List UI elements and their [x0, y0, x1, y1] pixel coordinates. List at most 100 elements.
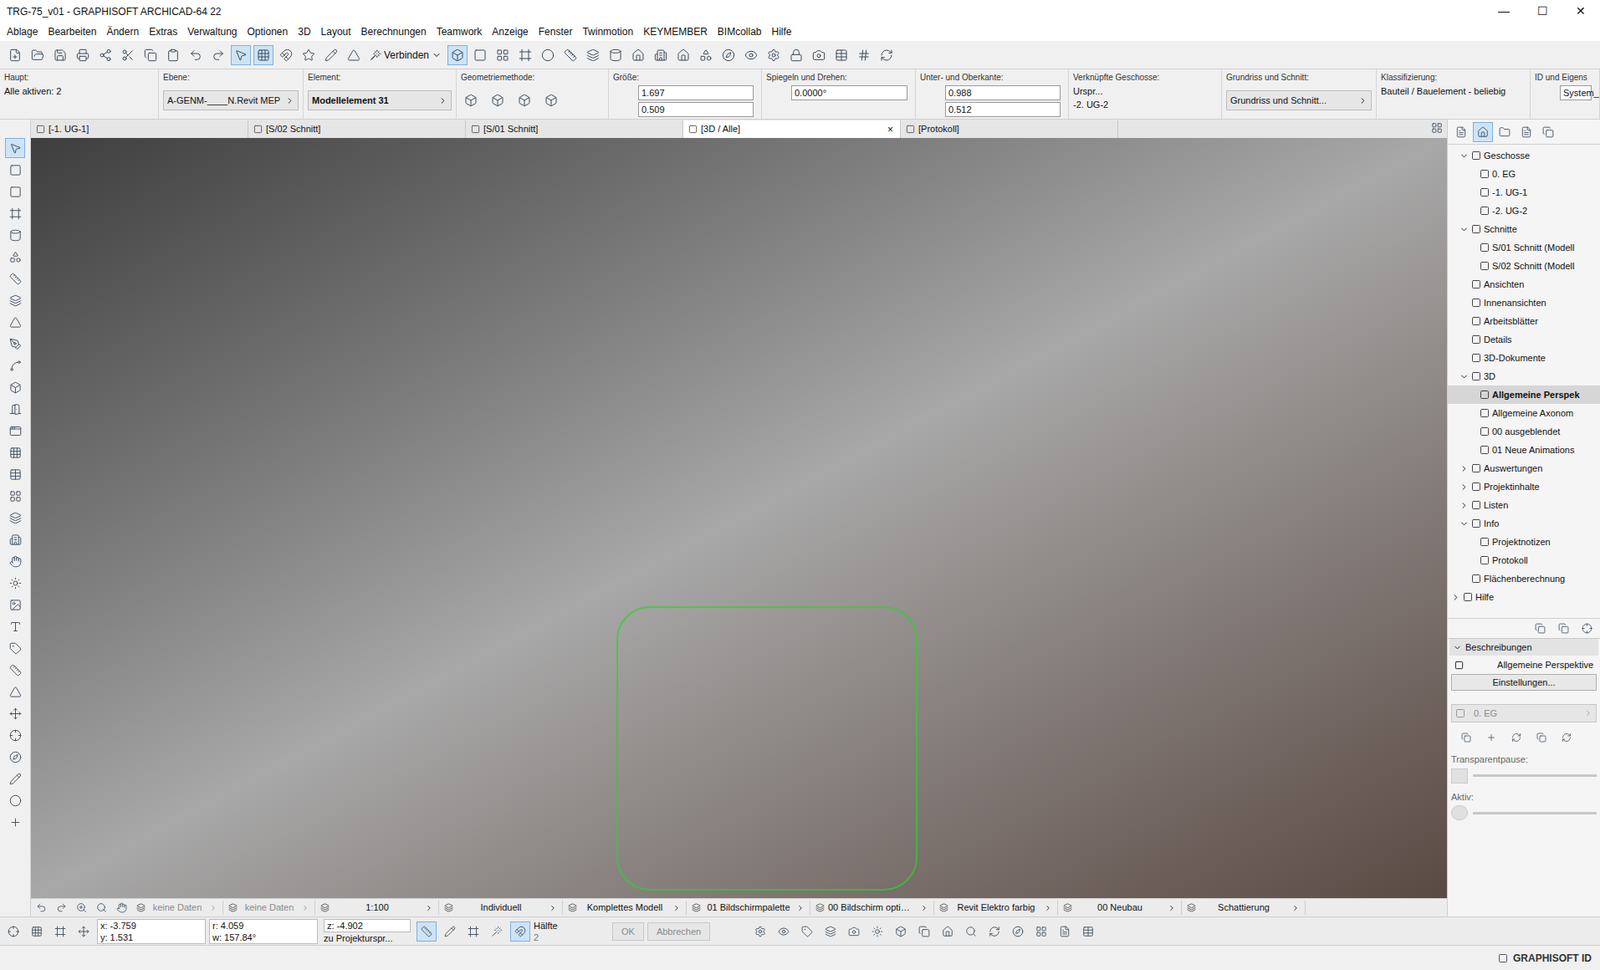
active-slider[interactable]	[1451, 803, 1597, 823]
window-control[interactable]: ✕	[1561, 2, 1600, 21]
tab-close[interactable]: ×	[887, 122, 895, 138]
navigator-mode-icon[interactable]	[1451, 122, 1472, 143]
toolbar-icon[interactable]	[628, 45, 649, 66]
toolbar-icon[interactable]	[605, 45, 626, 66]
graphisoft-id[interactable]: GRAPHISOFT ID	[1513, 950, 1592, 967]
toolbar-icon[interactable]	[470, 45, 491, 66]
navigator-mode-icon[interactable]	[1538, 122, 1559, 143]
menu-item[interactable]: Anzeige	[486, 24, 533, 40]
navigator-item[interactable]: Listen	[1447, 495, 1600, 515]
palette-icon[interactable]	[773, 921, 794, 942]
palette-icon[interactable]	[961, 921, 982, 942]
view-bar-item[interactable]: keine Daten	[223, 900, 316, 916]
geometry-icon[interactable]	[487, 90, 508, 111]
view-tab[interactable]: [-1. UG-1]	[30, 120, 249, 139]
tool-icon[interactable]	[5, 464, 26, 485]
rw-field[interactable]: r: 4.059w: 157.84°	[209, 919, 318, 945]
view-bar-item[interactable]: Komplettes Modell	[562, 900, 687, 916]
tool-icon[interactable]	[5, 768, 26, 789]
toolbar-icon[interactable]	[163, 45, 184, 66]
snap-icon[interactable]	[416, 921, 437, 942]
toolbar-icon[interactable]	[492, 45, 513, 66]
palette-icon[interactable]	[1054, 921, 1075, 942]
menu-item[interactable]: Optionen	[242, 24, 294, 40]
navigator-item[interactable]: 0. EG	[1447, 164, 1600, 184]
toolbar-icon[interactable]	[853, 45, 875, 66]
navigator-item[interactable]: Ansichten	[1447, 275, 1600, 294]
menu-item[interactable]: Bearbeiten	[42, 24, 102, 40]
view-bar-item[interactable]: 00 Bildschirm optimi...	[810, 900, 935, 916]
tool-icon[interactable]	[5, 290, 26, 311]
navigator-item[interactable]: Auswertungen	[1447, 459, 1600, 478]
tool-icon[interactable]	[5, 377, 26, 398]
palette-icon[interactable]	[937, 921, 958, 942]
coord-icon[interactable]	[50, 921, 71, 942]
window-control[interactable]: ☐	[1523, 2, 1562, 21]
menu-item[interactable]: 3D	[292, 24, 316, 40]
toolbar-icon[interactable]	[185, 45, 206, 66]
navigator-item[interactable]: 3D-Dokumente	[1447, 348, 1600, 368]
tool-icon[interactable]	[5, 333, 26, 354]
navigator-item[interactable]: Arbeitsblätter	[1447, 311, 1600, 331]
view-bar-item[interactable]: Schattierung	[1181, 900, 1306, 916]
confirm-button[interactable]: Abbrechen	[647, 922, 711, 941]
palette-icon[interactable]	[1007, 921, 1028, 942]
geometry-icon[interactable]	[514, 90, 535, 111]
menu-item[interactable]: Extras	[143, 24, 183, 40]
navigator-item[interactable]: Flächenberechnung	[1447, 569, 1600, 588]
palette-icon[interactable]	[797, 921, 818, 942]
story-dropdown[interactable]: 0. EG	[1465, 706, 1585, 721]
tool-icon[interactable]	[5, 398, 26, 420]
info-input[interactable]: 0.509	[638, 102, 754, 118]
view-bar-item[interactable]: 1:100	[315, 900, 440, 916]
view-tab[interactable]: [3D / Alle]×	[683, 120, 901, 139]
view-bar-item[interactable]: Individuell	[439, 900, 563, 916]
info-input[interactable]: 0.988	[945, 85, 1061, 101]
tool-icon[interactable]	[5, 311, 26, 333]
toolbar-icon[interactable]	[582, 45, 604, 66]
view-tab[interactable]: [S/01 Schnitt]	[465, 120, 684, 139]
toolbar-icon[interactable]	[276, 45, 297, 66]
palette-icon[interactable]	[843, 921, 864, 942]
snap-icon[interactable]	[486, 921, 507, 942]
toolbar-icon[interactable]	[253, 45, 274, 66]
tool-icon[interactable]	[5, 681, 26, 702]
view-options-icon[interactable]	[1426, 117, 1447, 139]
navigator-item[interactable]: Details	[1447, 330, 1600, 349]
navigator-item[interactable]: Info	[1447, 514, 1600, 533]
navigator-item[interactable]: Protokoll	[1447, 551, 1600, 570]
toolbar-icon[interactable]	[5, 45, 26, 66]
view-bar-item[interactable]: 00 Neubau	[1058, 900, 1182, 916]
navigator-item[interactable]: S/01 Schnitt (Modell	[1447, 238, 1600, 257]
tool-icon[interactable]	[5, 203, 26, 224]
menu-item[interactable]: Fenster	[533, 24, 578, 40]
toolbar-icon[interactable]	[321, 45, 342, 66]
navigator-item[interactable]: 00 ausgeblendet	[1447, 422, 1600, 441]
navigator-item[interactable]: S/02 Schnitt (Modell	[1447, 256, 1600, 276]
navigator-item[interactable]: Innenansichten	[1447, 293, 1600, 312]
coord-icon[interactable]	[73, 921, 94, 942]
tool-icon[interactable]	[5, 181, 26, 202]
view-bar-item[interactable]: 01 Bildschirmpalette	[686, 900, 811, 916]
3d-viewport[interactable]	[30, 138, 1447, 899]
info-input[interactable]: 0.0000°	[791, 85, 908, 101]
coord-icon[interactable]	[3, 921, 24, 942]
nav-icon[interactable]	[111, 898, 132, 917]
navigator-mode-icon[interactable]	[1516, 122, 1537, 143]
info-input[interactable]: System_01	[1559, 85, 1592, 101]
navigator-action-icon[interactable]	[1576, 618, 1597, 639]
nav-icon[interactable]	[30, 898, 52, 917]
story-action-icon[interactable]	[1456, 727, 1477, 748]
snap-icon[interactable]	[510, 921, 531, 942]
transparency-slider[interactable]	[1451, 766, 1597, 786]
toolbar-icon[interactable]	[117, 45, 139, 66]
navigator-item[interactable]: 3D	[1447, 367, 1600, 386]
selected-model-element[interactable]	[616, 606, 918, 891]
tool-icon[interactable]	[5, 812, 26, 833]
toolbar-icon[interactable]	[72, 45, 93, 66]
navigator-item[interactable]: -1. UG-1	[1447, 183, 1600, 202]
view-tab[interactable]: [Protokoll]	[900, 120, 1119, 139]
toolbar-icon[interactable]	[208, 45, 229, 66]
tool-icon[interactable]	[5, 485, 26, 507]
connect-dropdown[interactable]: Verbinden	[366, 47, 445, 63]
